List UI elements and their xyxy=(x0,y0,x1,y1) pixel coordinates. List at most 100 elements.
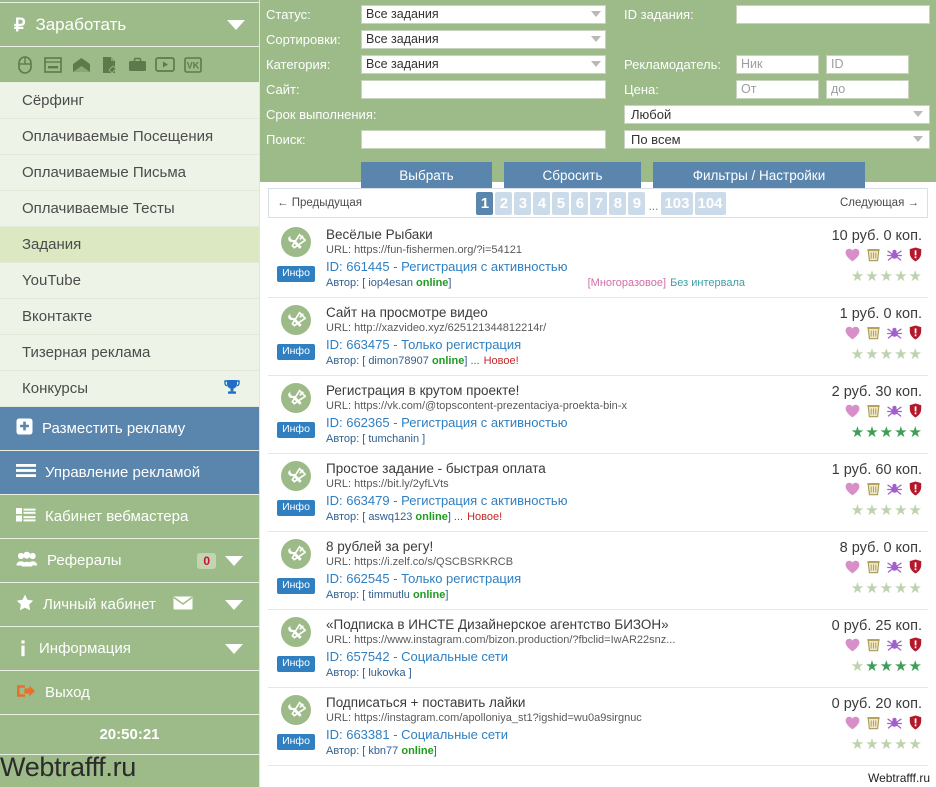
rating-star[interactable]: ★ xyxy=(851,737,864,752)
task-title[interactable]: 8 рублей за регу! xyxy=(326,538,801,555)
briefcase-icon[interactable] xyxy=(126,55,148,75)
task-url[interactable]: URL: https://instagram.com/apolloniya_st… xyxy=(326,711,801,726)
sidebar-action-logout[interactable]: Выход xyxy=(0,671,259,715)
banner-icon[interactable] xyxy=(42,55,64,75)
task-row[interactable]: Инфо «Подписка в ИНСТЕ Дизайнерское агент… xyxy=(268,610,928,688)
sidebar-item-paid-letters[interactable]: Оплачиваемые Письма xyxy=(0,155,259,191)
basket-icon[interactable] xyxy=(867,481,880,499)
task-url[interactable]: URL: https://bit.ly/2yfLVts xyxy=(326,477,801,492)
task-row[interactable]: Инфо Подписаться + поставить лайки URL: ht… xyxy=(268,688,928,766)
sidebar-item-tasks[interactable]: Задания xyxy=(0,227,259,263)
price-to-input[interactable] xyxy=(826,79,909,99)
filters-settings-button[interactable]: Фильтры / Настройки xyxy=(653,162,865,188)
task-url[interactable]: URL: https://vk.com/@topscontent-prezent… xyxy=(326,399,801,414)
rating-star[interactable]: ★ xyxy=(865,503,878,518)
rating-star[interactable]: ★ xyxy=(909,347,922,362)
pagination-page-5[interactable]: 5 xyxy=(552,191,570,215)
spider-icon[interactable] xyxy=(887,248,902,265)
chevron-down-icon[interactable] xyxy=(225,599,243,610)
task-title[interactable]: Простое задание - быстрая оплата xyxy=(326,460,801,477)
rating-star[interactable]: ★ xyxy=(851,659,864,674)
sidebar-action-manage-ads[interactable]: Управление рекламой xyxy=(0,451,259,495)
rating-star[interactable]: ★ xyxy=(851,503,864,518)
rating-star[interactable]: ★ xyxy=(909,269,922,284)
price-from-input[interactable] xyxy=(736,79,819,99)
sidebar-action-personal-cabinet[interactable]: Личный кабинет xyxy=(0,583,259,627)
rating-star[interactable]: ★ xyxy=(894,347,907,362)
heart-icon[interactable] xyxy=(845,404,860,421)
task-row[interactable]: Инфо Сайт на просмотре видео URL: http://x… xyxy=(268,298,928,376)
sidebar-action-place-ad[interactable]: Разместить рекламу xyxy=(0,407,259,451)
sidebar-item-surfing[interactable]: Сёрфинг xyxy=(0,83,259,119)
pagination-page-7[interactable]: 7 xyxy=(590,191,608,215)
task-url[interactable]: URL: https://fun-fishermen.org/?i=54121 xyxy=(326,243,801,258)
rating-star[interactable]: ★ xyxy=(909,425,922,440)
rating-star[interactable]: ★ xyxy=(865,581,878,596)
spider-icon[interactable] xyxy=(887,560,902,577)
spider-icon[interactable] xyxy=(887,326,902,343)
task-info-button[interactable]: Инфо xyxy=(277,578,315,594)
category-select[interactable]: Все задания xyxy=(361,54,606,74)
reset-button[interactable]: Сбросить xyxy=(504,162,641,188)
pagination-page-3[interactable]: 3 xyxy=(514,191,532,215)
task-id-line[interactable]: ID: 662365 - Регистрация с активностью xyxy=(326,414,801,432)
video-play-icon[interactable] xyxy=(154,55,176,75)
rating-star[interactable]: ★ xyxy=(894,659,907,674)
rating-star[interactable]: ★ xyxy=(851,425,864,440)
task-title[interactable]: Подписаться + поставить лайки xyxy=(326,694,801,711)
rating-star[interactable]: ★ xyxy=(880,425,893,440)
rating-star[interactable]: ★ xyxy=(851,269,864,284)
task-title[interactable]: Регистрация в крутом проекте! xyxy=(326,382,801,399)
rating-star[interactable]: ★ xyxy=(880,269,893,284)
chevron-down-icon[interactable] xyxy=(225,555,243,566)
heart-icon[interactable] xyxy=(845,716,860,733)
chevron-down-icon[interactable] xyxy=(225,643,243,654)
task-row[interactable]: Инфо Регистрация в крутом проекте! URL: ht… xyxy=(268,376,928,454)
sidebar-item-paid-tests[interactable]: Оплачиваемые Тесты xyxy=(0,191,259,227)
sidebar-item-youtube[interactable]: YouTube xyxy=(0,263,259,299)
rating-star[interactable]: ★ xyxy=(865,425,878,440)
task-id-line[interactable]: ID: 663381 - Социальные сети xyxy=(326,726,801,744)
mail-open-icon[interactable] xyxy=(70,55,92,75)
basket-icon[interactable] xyxy=(867,559,880,577)
task-title[interactable]: Весёлые Рыбаки xyxy=(326,226,801,243)
chevron-down-icon[interactable] xyxy=(227,19,245,30)
scope-select[interactable]: По всем xyxy=(624,129,930,149)
sidebar-item-teaser-ads[interactable]: Тизерная реклама xyxy=(0,335,259,371)
task-row[interactable]: Инфо Простое задание - быстрая оплата URL:… xyxy=(268,454,928,532)
heart-icon[interactable] xyxy=(845,326,860,343)
rating-star[interactable]: ★ xyxy=(865,659,878,674)
rating-star[interactable]: ★ xyxy=(880,581,893,596)
sidebar-action-referrals[interactable]: Рефералы 0 xyxy=(0,539,259,583)
rating-star[interactable]: ★ xyxy=(851,347,864,362)
rating-star[interactable]: ★ xyxy=(894,269,907,284)
pagination-page-8[interactable]: 8 xyxy=(609,191,627,215)
rating-star[interactable]: ★ xyxy=(880,503,893,518)
deadline-select[interactable]: Любой xyxy=(624,104,930,124)
sidebar-item-contests[interactable]: Конкурсы xyxy=(0,371,259,407)
task-row[interactable]: Инфо Весёлые Рыбаки URL: https://fun-fishe… xyxy=(268,220,928,298)
task-url[interactable]: URL: https://i.zelf.co/s/QSCBSRKRCB xyxy=(326,555,801,570)
search-input[interactable] xyxy=(361,129,606,149)
pagination-next[interactable]: Следующая → xyxy=(840,197,919,209)
pagination-prev[interactable]: ← Предыдущая xyxy=(277,197,362,209)
task-title[interactable]: «Подписка в ИНСТЕ Дизайнерское агентство… xyxy=(326,616,801,633)
task-info-button[interactable]: Инфо xyxy=(277,422,315,438)
heart-icon[interactable] xyxy=(845,638,860,655)
task-info-button[interactable]: Инфо xyxy=(277,500,315,516)
rating-star[interactable]: ★ xyxy=(865,269,878,284)
pagination-page-2[interactable]: 2 xyxy=(495,191,513,215)
sidebar-item-paid-visits[interactable]: Оплачиваемые Посещения xyxy=(0,119,259,155)
pagination-page-9[interactable]: 9 xyxy=(628,191,646,215)
complaint-icon[interactable] xyxy=(909,481,922,499)
complaint-icon[interactable] xyxy=(909,325,922,343)
sorting-select[interactable]: Все задания xyxy=(361,29,606,49)
heart-icon[interactable] xyxy=(845,248,860,265)
basket-icon[interactable] xyxy=(867,637,880,655)
task-info-button[interactable]: Инфо xyxy=(277,344,315,360)
sidebar-action-webmaster-cabinet[interactable]: Кабинет вебмастера xyxy=(0,495,259,539)
task-title[interactable]: Сайт на просмотре видео xyxy=(326,304,801,321)
rating-star[interactable]: ★ xyxy=(909,659,922,674)
basket-icon[interactable] xyxy=(867,325,880,343)
spider-icon[interactable] xyxy=(887,716,902,733)
